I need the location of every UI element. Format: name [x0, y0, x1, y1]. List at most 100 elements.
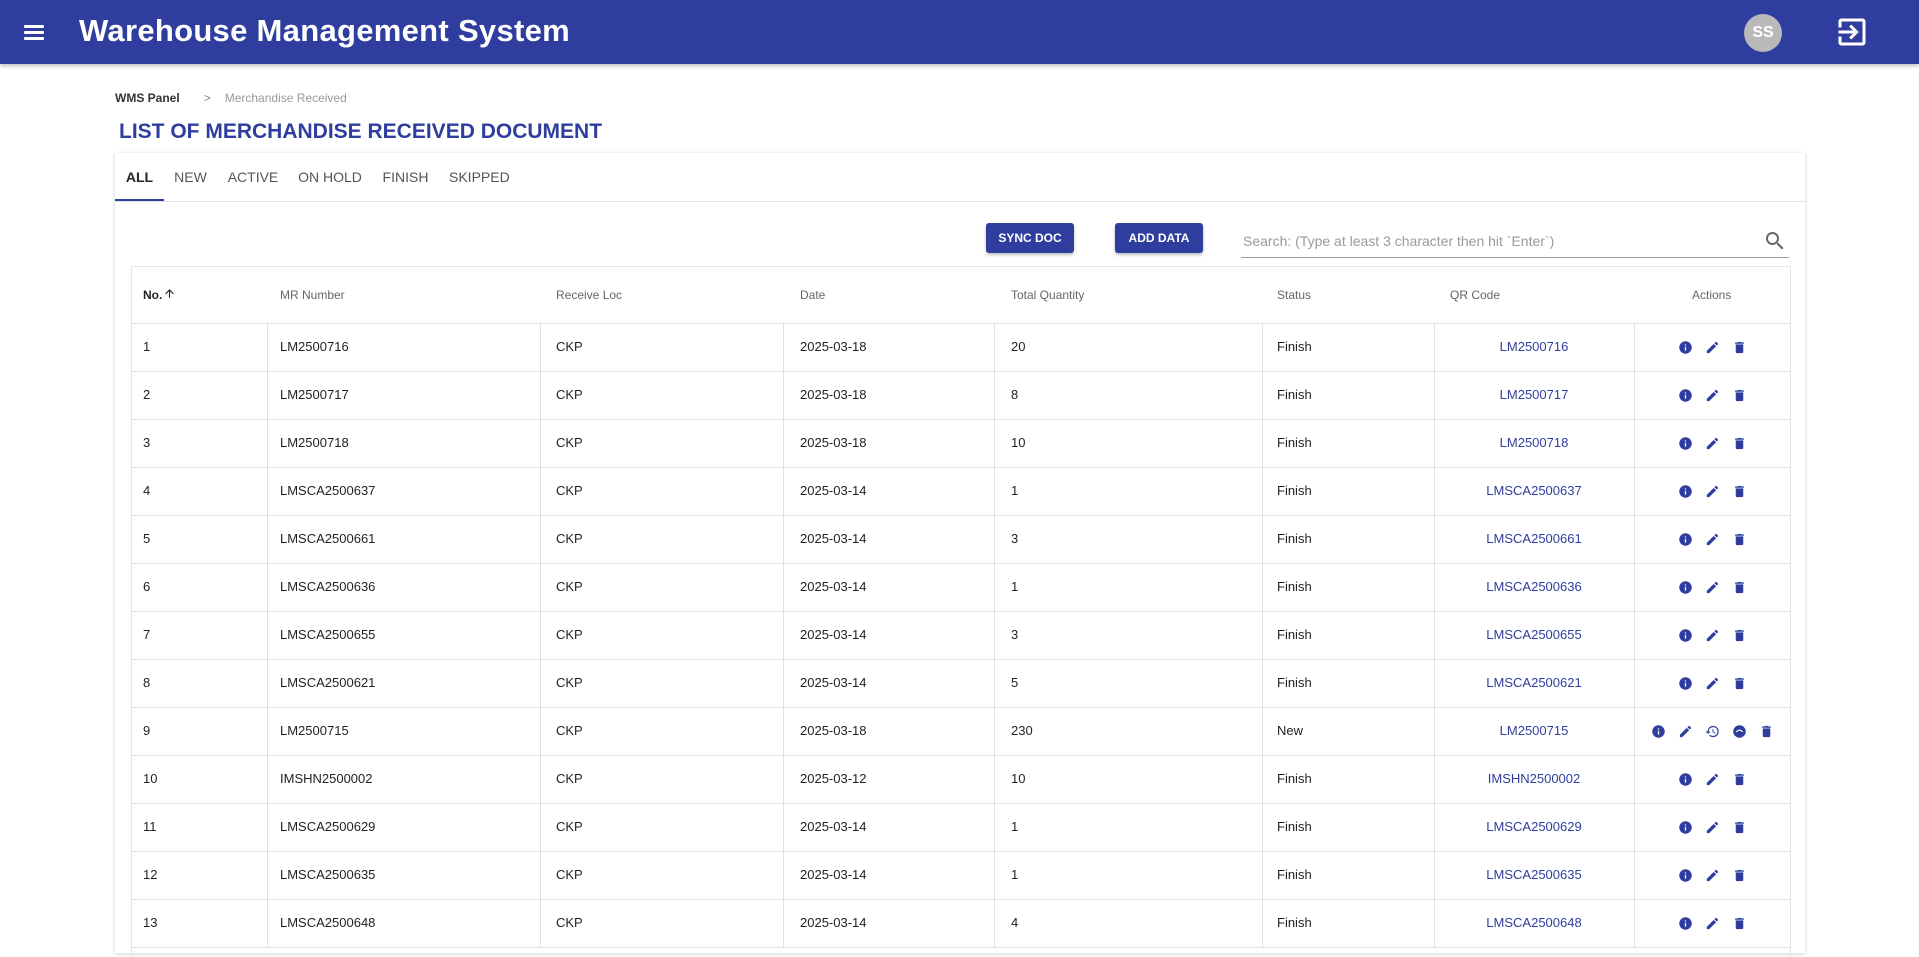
pencil-icon[interactable]: [1704, 867, 1720, 883]
pencil-icon[interactable]: [1704, 339, 1720, 355]
info-icon[interactable]: [1677, 675, 1693, 691]
qr-code-link[interactable]: LMSCA2500661: [1434, 515, 1634, 563]
info-icon[interactable]: [1677, 483, 1693, 499]
qr-code-link[interactable]: LMSCA2500655: [1434, 611, 1634, 659]
info-icon[interactable]: [1677, 771, 1693, 787]
app-title: Warehouse Management System: [79, 13, 571, 48]
column-divider: [1262, 419, 1263, 467]
header-no[interactable]: No.: [143, 267, 176, 323]
info-icon[interactable]: [1650, 723, 1666, 739]
trash-icon[interactable]: [1731, 627, 1747, 643]
cell-status: Finish: [1277, 339, 1312, 354]
cell-mr-number: LM2500718: [280, 435, 349, 450]
tab-skipped[interactable]: SKIPPED: [449, 153, 510, 201]
column-divider: [540, 899, 541, 947]
info-icon[interactable]: [1677, 627, 1693, 643]
avatar[interactable]: SS: [1744, 14, 1782, 52]
trash-icon[interactable]: [1731, 483, 1747, 499]
tab-on-hold[interactable]: ON HOLD: [298, 153, 362, 201]
info-icon[interactable]: [1677, 819, 1693, 835]
info-icon[interactable]: [1677, 531, 1693, 547]
qr-code-link[interactable]: LMSCA2500637: [1434, 467, 1634, 515]
tab-all[interactable]: ALL: [115, 153, 164, 201]
info-icon[interactable]: [1677, 915, 1693, 931]
info-icon[interactable]: [1677, 867, 1693, 883]
pencil-icon[interactable]: [1704, 915, 1720, 931]
qr-code-link[interactable]: LMSCA2500621: [1434, 659, 1634, 707]
search-input[interactable]: [1241, 225, 1745, 257]
cell-mr-number: LMSCA2500661: [280, 531, 376, 546]
cell-status: Finish: [1277, 675, 1312, 690]
trash-icon[interactable]: [1731, 819, 1747, 835]
cell-date: 2025-03-14: [800, 867, 867, 882]
tab-new[interactable]: NEW: [173, 153, 208, 201]
pencil-icon[interactable]: [1704, 435, 1720, 451]
tab-active[interactable]: ACTIVE: [227, 153, 279, 201]
tab-finish[interactable]: FINISH: [381, 153, 430, 201]
cell-receive-loc: CKP: [556, 867, 583, 882]
pencil-icon[interactable]: [1704, 579, 1720, 595]
trash-icon[interactable]: [1731, 675, 1747, 691]
cell-total-quantity: 230: [1011, 723, 1033, 738]
pencil-icon[interactable]: [1704, 483, 1720, 499]
qr-code-link[interactable]: LM2500717: [1434, 371, 1634, 419]
column-divider: [540, 323, 541, 371]
trash-icon[interactable]: [1731, 915, 1747, 931]
cell-mr-number: LM2500715: [280, 723, 349, 738]
pencil-icon[interactable]: [1704, 531, 1720, 547]
cell-total-quantity: 20: [1011, 339, 1026, 354]
info-icon[interactable]: [1677, 579, 1693, 595]
cell-receive-loc: CKP: [556, 483, 583, 498]
cell-no: 4: [143, 483, 151, 498]
trash-icon[interactable]: [1731, 387, 1747, 403]
cell-no: 1: [143, 339, 151, 354]
info-icon[interactable]: [1677, 339, 1693, 355]
cell-mr-number: LMSCA2500621: [280, 675, 376, 690]
trash-icon[interactable]: [1731, 867, 1747, 883]
qr-code-link[interactable]: LMSCA2500648: [1434, 899, 1634, 947]
qr-code-link[interactable]: LM2500716: [1434, 323, 1634, 371]
search-icon[interactable]: [1763, 229, 1787, 253]
logout-icon[interactable]: [1834, 14, 1870, 50]
trash-icon[interactable]: [1731, 339, 1747, 355]
pencil-icon[interactable]: [1677, 723, 1693, 739]
cell-status: Finish: [1277, 771, 1312, 786]
qr-code-link[interactable]: LMSCA2500635: [1434, 851, 1634, 899]
history-icon[interactable]: [1704, 723, 1720, 739]
cell-mr-number: IMSHN2500002: [280, 771, 373, 786]
cell-receive-loc: CKP: [556, 531, 583, 546]
info-icon[interactable]: [1677, 387, 1693, 403]
row-actions: [1634, 707, 1790, 755]
pencil-icon[interactable]: [1704, 771, 1720, 787]
qr-code-link[interactable]: LM2500718: [1434, 419, 1634, 467]
trash-icon[interactable]: [1731, 579, 1747, 595]
qr-code-link[interactable]: LMSCA2500636: [1434, 563, 1634, 611]
trash-icon[interactable]: [1758, 723, 1774, 739]
cell-total-quantity: 4: [1011, 915, 1019, 930]
qr-code-link[interactable]: LM2500715: [1434, 707, 1634, 755]
menu-icon[interactable]: [20, 18, 48, 46]
qr-code-link[interactable]: LMSCA2500629: [1434, 803, 1634, 851]
table-row: 11 LMSCA2500629 CKP 2025-03-14 1 Finish LMSCA2…: [132, 803, 1790, 852]
column-divider: [1262, 323, 1263, 371]
pencil-icon[interactable]: [1704, 675, 1720, 691]
column-divider: [540, 371, 541, 419]
trash-icon[interactable]: [1731, 435, 1747, 451]
pencil-icon[interactable]: [1704, 627, 1720, 643]
cell-receive-loc: CKP: [556, 819, 583, 834]
cell-status: Finish: [1277, 387, 1312, 402]
column-divider: [540, 659, 541, 707]
cell-status: Finish: [1277, 867, 1312, 882]
progress-icon[interactable]: [1731, 723, 1747, 739]
trash-icon[interactable]: [1731, 531, 1747, 547]
trash-icon[interactable]: [1731, 771, 1747, 787]
breadcrumb-root[interactable]: WMS Panel: [115, 91, 180, 105]
qr-code-link[interactable]: IMSHN2500002: [1434, 755, 1634, 803]
cell-mr-number: LM2500717: [280, 387, 349, 402]
cell-no: 12: [143, 867, 158, 882]
add-data-button[interactable]: ADD DATA: [1115, 223, 1203, 253]
sync-doc-button[interactable]: SYNC DOC: [986, 223, 1074, 253]
pencil-icon[interactable]: [1704, 387, 1720, 403]
info-icon[interactable]: [1677, 435, 1693, 451]
pencil-icon[interactable]: [1704, 819, 1720, 835]
